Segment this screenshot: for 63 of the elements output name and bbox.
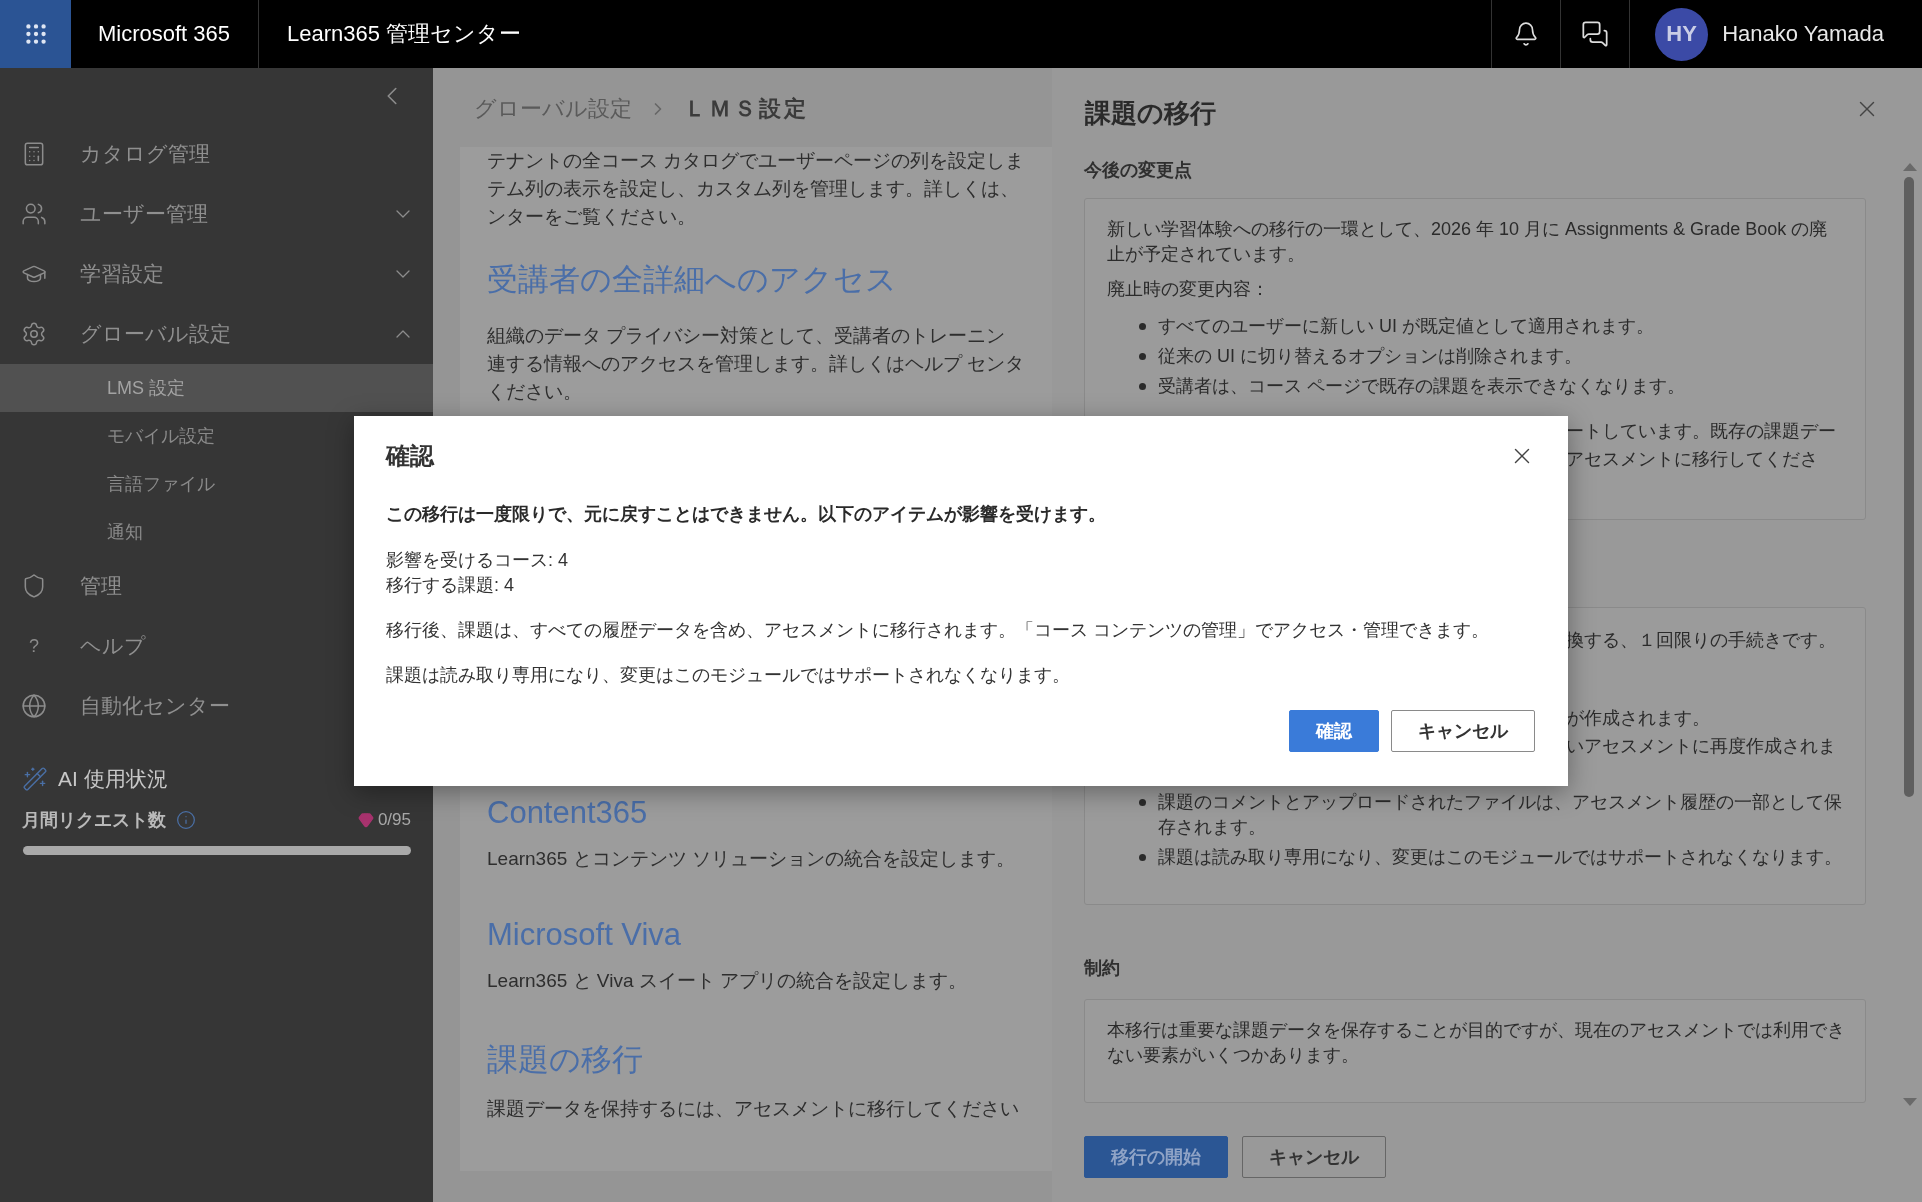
start-button[interactable]: 移行の開始 bbox=[1084, 1136, 1228, 1178]
cancel-button[interactable]: キャンセル bbox=[1242, 1136, 1386, 1178]
section-text: ください。 bbox=[487, 380, 583, 404]
dialog-text: 課題は読み取り専用になり、変更はこのモジュールではサポートされなくなります。 bbox=[386, 664, 1071, 687]
section-text: ンターをご覧ください。 bbox=[487, 205, 697, 229]
section-heading: 今後の変更点 bbox=[1084, 159, 1193, 182]
bullet-text: 課題は読み取り専用になり、変更はこのモジュールではサポートされなくなります。 bbox=[1158, 846, 1842, 869]
panel-text: 廃止時の変更内容： bbox=[1107, 278, 1270, 301]
bullet-icon bbox=[1139, 799, 1146, 806]
section-text: Learn365 とコンテンツ ソリューションの統合を設定します。 bbox=[487, 847, 1016, 871]
user-name: Hanako Yamada bbox=[1722, 21, 1884, 47]
panel-text: が作成されます。 bbox=[1566, 707, 1711, 730]
gem-icon bbox=[357, 812, 374, 828]
nav-icon bbox=[21, 693, 47, 719]
dialog-text: 移行後、課題は、すべての履歴データを含め、アセスメントに移行されます。「コース コンテンツの管理」でアクセス・管理できます。 bbox=[386, 619, 1490, 642]
nav-icon bbox=[21, 321, 47, 347]
section-text: テナントの全コース カタログでユーザーページの列を設定しま bbox=[487, 149, 1026, 173]
usage-count: 0/95 bbox=[377, 810, 411, 830]
panel-text: 本移行は重要な課題データを保存することが目的ですが、現在のアセスメントでは利用できない要素がいくつかあります。 bbox=[1107, 1019, 1845, 1067]
nav-item[interactable]: カタログ管理 bbox=[0, 124, 433, 184]
section-heading[interactable]: Content365 bbox=[487, 795, 1052, 831]
nav-subitem[interactable]: LMS 設定 bbox=[0, 364, 433, 412]
confirm-button[interactable]: 確認 bbox=[1289, 710, 1379, 752]
bullet-text: すべてのユーザーに新しい UI が既定値として適用されます。 bbox=[1158, 315, 1654, 338]
panel-text: 新しい学習体験への移行の一環として、2026 年 10 月に Assignments & Grade Book の廃止が予定されています。 bbox=[1107, 218, 1829, 266]
scrollbar[interactable] bbox=[1904, 163, 1916, 1106]
dialog-warning: この移行は一度限りで、元に戻すことはできません。以下のアイテムが影響を受けます。 bbox=[386, 503, 1107, 526]
nav-item[interactable]: 学習設定 bbox=[0, 244, 433, 304]
dialog-count: 移行する課題: 4 bbox=[386, 574, 515, 597]
panel-text: いアセスメントに再度作成されま bbox=[1566, 735, 1837, 758]
breadcrumb-item[interactable]: グローバル設定 bbox=[474, 93, 632, 124]
section-text: 組織のデータ プライバシー対策として、受講者のトレーニン bbox=[487, 324, 1007, 348]
app-name: Learn365 管理センター bbox=[286, 20, 523, 48]
panel-text: 換する、１回限りの手続きです。 bbox=[1566, 629, 1837, 652]
info-icon[interactable] bbox=[176, 810, 196, 830]
panel-text: アセスメントに移行してくださ bbox=[1566, 448, 1819, 471]
bullet-text: 従来の UI に切り替えるオプションは削除されます。 bbox=[1158, 345, 1582, 368]
user-avatar[interactable]: HY bbox=[1655, 7, 1709, 61]
bullet-text: 課題のコメントとアップロードされたファイルは、アセスメント履歴の一部として保存されます。 bbox=[1158, 791, 1843, 839]
section-heading: 制約 bbox=[1084, 957, 1121, 980]
section-text: 課題データを保持するには、アセスメントに移行してください bbox=[487, 1097, 1020, 1121]
bullet-icon bbox=[1139, 353, 1146, 360]
dialog-count: 影響を受けるコース: 4 bbox=[386, 549, 569, 572]
help-icon: ? bbox=[21, 635, 47, 657]
usage-label: 月間リクエスト数 bbox=[22, 809, 166, 832]
section-text: 連する情報へのアクセスを管理します。詳しくはヘルプ センタ bbox=[487, 352, 1026, 376]
usage-title: AI 使用状況 bbox=[58, 766, 168, 792]
panel-text: ートしています。既存の課題デー bbox=[1566, 420, 1837, 443]
app-launcher-icon[interactable] bbox=[0, 0, 71, 68]
bullet-icon bbox=[1139, 383, 1146, 390]
breadcrumb-item: ＬＭＳ設定 bbox=[684, 94, 809, 123]
panel-title: 課題の移行 bbox=[1085, 97, 1216, 130]
bullet-icon bbox=[1139, 323, 1146, 330]
dialog-title: 確認 bbox=[386, 441, 434, 471]
wand-icon bbox=[22, 766, 48, 792]
section-text: Learn365 と Viva スイート アプリの統合を設定します。 bbox=[487, 969, 969, 993]
bullet-icon bbox=[1139, 854, 1146, 861]
cancel-button[interactable]: キャンセル bbox=[1391, 710, 1535, 752]
nav-icon bbox=[21, 201, 47, 227]
bullet-text: 受講者は、コース ページで既存の課題を表示できなくなります。 bbox=[1158, 375, 1685, 398]
nav-item[interactable]: ユーザー管理 bbox=[0, 184, 433, 244]
nav-item[interactable]: グローバル設定 bbox=[0, 304, 433, 364]
section-text: テム列の表示を設定し、カスタム列を管理します。詳しくは、 bbox=[487, 177, 1020, 201]
